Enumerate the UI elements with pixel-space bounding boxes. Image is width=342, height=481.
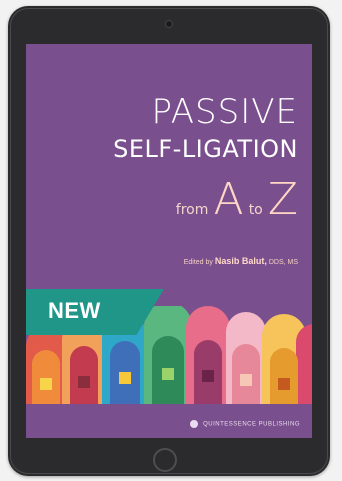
camera-dot-icon (165, 20, 173, 28)
book-cover: PASSIVE SELF-LIGATION from A to Z Edited… (26, 44, 312, 438)
book-title-line1: PASSIVE (151, 92, 298, 132)
book-title-line2: SELF-LIGATION (113, 135, 298, 163)
home-button-icon[interactable] (153, 448, 177, 472)
editor-suffix: DDS, MS (268, 259, 298, 266)
editor-prefix: Edited by (183, 259, 213, 266)
book-title-line3: from A to Z (176, 174, 298, 225)
title-to: to (248, 202, 263, 218)
editor-credit: Edited by Nasib Balut, DDS, MS (184, 256, 298, 266)
editor-name: Nasib Balut, (214, 256, 267, 266)
title-z: Z (267, 174, 298, 225)
tablet-device: PASSIVE SELF-LIGATION from A to Z Edited… (8, 6, 330, 476)
new-badge-label: NEW (48, 298, 101, 323)
publisher-name: QUINTESSENCE PUBLISHING (203, 421, 300, 428)
title-from: from (175, 202, 209, 218)
title-a: A (213, 174, 244, 225)
publisher-imprint: QUINTESSENCE PUBLISHING (189, 420, 300, 428)
quintessence-logo-icon (189, 420, 198, 428)
